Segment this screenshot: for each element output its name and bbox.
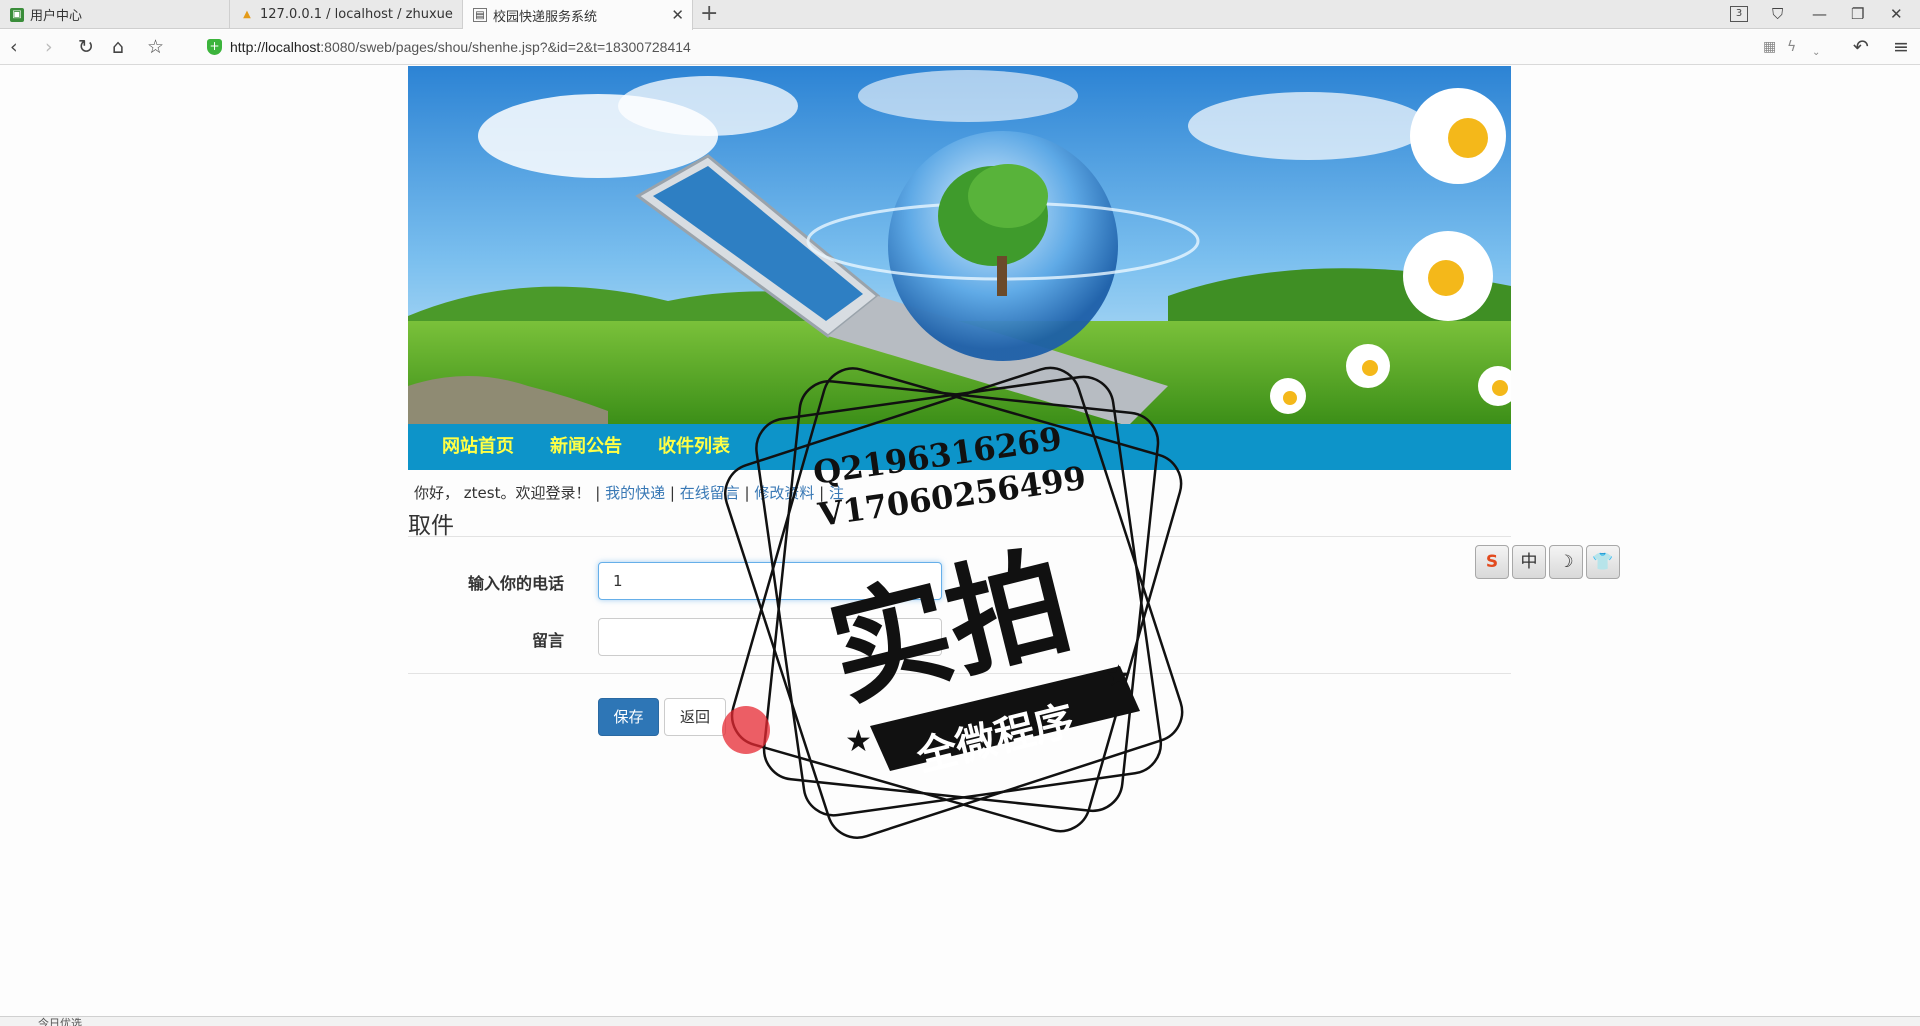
nav-news[interactable]: 新闻公告	[550, 424, 622, 470]
browser-status-bar: 今日优选	[0, 1016, 1920, 1026]
phone-label: 输入你的电话	[467, 574, 564, 593]
page-content: 网站首页 新闻公告 收件列表 你好， ztest。欢迎登录！ | 我的快递 | …	[0, 66, 1920, 1016]
reload-icon[interactable]: ↻	[78, 36, 94, 58]
tab-user-center[interactable]: ▣ 用户中心	[0, 0, 230, 29]
skin-shirt-icon[interactable]: 👕	[1586, 545, 1620, 579]
back-icon[interactable]: ‹	[10, 36, 18, 58]
chinese-mode-icon[interactable]: 中	[1512, 545, 1546, 579]
tab-label: 校园快递服务系统	[493, 9, 598, 25]
page-favicon: ▤	[473, 8, 487, 22]
address-bar[interactable]: http://localhost:8080/sweb/pages/shou/sh…	[230, 39, 691, 55]
nav-home[interactable]: 网站首页	[442, 424, 514, 470]
save-button[interactable]: 保存	[598, 698, 659, 736]
minimize-icon[interactable]: —	[1812, 4, 1827, 24]
lightning-icon[interactable]: ϟ	[1787, 36, 1796, 58]
status-left-text: 今日优选	[38, 1017, 82, 1026]
link-my-express[interactable]: 我的快递	[605, 484, 665, 502]
window-close-icon[interactable]: ✕	[1890, 4, 1903, 24]
url-host: http://localhost	[230, 39, 321, 55]
back-button[interactable]: 返回	[664, 698, 726, 736]
welcome-greeting: 你好， ztest。欢迎登录！ |	[414, 484, 601, 502]
click-indicator	[722, 706, 770, 754]
page-title: 取件	[408, 513, 454, 539]
tab-label: 用户中心	[30, 9, 83, 24]
phpmyadmin-favicon: ▲	[243, 8, 251, 20]
shirt-skin-icon[interactable]: ⛉	[1772, 4, 1783, 24]
forward-icon[interactable]: ›	[45, 36, 53, 58]
watermark-stamp-graphic: Q2196316269 V17060256499 实拍 全微程序 ★ ★	[724, 366, 1184, 839]
menu-icon[interactable]: ≡	[1893, 36, 1909, 58]
tab-label: 127.0.0.1 / localhost / zhuxue	[260, 7, 453, 22]
chevron-down-icon[interactable]: ⌄	[1812, 42, 1820, 64]
message-label: 留言	[531, 631, 564, 650]
close-icon[interactable]: ✕	[671, 6, 684, 24]
star-icon: ★	[845, 724, 872, 759]
watermark-stamp: Q2196316269 V17060256499 实拍 全微程序 ★ ★	[720, 366, 1200, 846]
user-center-favicon: ▣	[10, 7, 24, 22]
bookmark-star-icon[interactable]: ☆	[147, 36, 164, 58]
url-path: :8080/sweb/pages/shou/shenhe.jsp?&id=2&t…	[320, 39, 691, 55]
tab-count-badge[interactable]: 3	[1730, 6, 1748, 22]
restore-icon[interactable]: ❐	[1851, 4, 1864, 24]
star-icon: ★	[1105, 659, 1132, 694]
home-icon[interactable]: ⌂	[112, 36, 124, 58]
tab-campus-express[interactable]: ▤ 校园快递服务系统 ✕	[463, 0, 693, 30]
browser-tab-bar: ▣ 用户中心 ▲ 127.0.0.1 / localhost / zhuxue …	[0, 0, 1920, 30]
tab-phpmyadmin[interactable]: ▲ 127.0.0.1 / localhost / zhuxue	[230, 0, 463, 29]
browser-toolbar: ‹ › ↻ ⌂ ☆ + http://localhost:8080/sweb/p…	[0, 30, 1920, 65]
grid-apps-icon[interactable]: ▦	[1763, 36, 1776, 58]
separator: |	[669, 484, 675, 502]
new-tab-plus-icon[interactable]: +	[700, 2, 718, 26]
moon-icon[interactable]: ☽	[1549, 545, 1583, 579]
sogou-logo-icon[interactable]: S	[1475, 545, 1509, 579]
undo-icon[interactable]: ↶	[1853, 36, 1869, 58]
security-shield-icon[interactable]: +	[207, 39, 222, 55]
